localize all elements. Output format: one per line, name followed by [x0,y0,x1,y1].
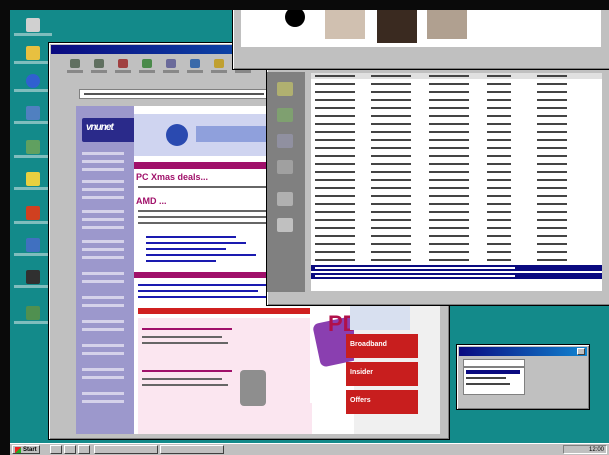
home-button[interactable] [161,56,181,78]
promo-panel [138,318,312,434]
drive-icon[interactable] [277,108,293,122]
recycle-bin-icon[interactable] [14,138,52,166]
site-navigation: vnunet [76,106,136,434]
back-button[interactable] [65,56,85,78]
section-header-bar [134,162,274,169]
network-icon[interactable] [14,104,52,132]
disk-icon[interactable] [277,218,293,232]
promo-header-bar [138,308,312,314]
document-icon[interactable] [277,192,293,206]
taskbar-browser-button[interactable] [94,445,158,454]
system-tray: 12:00 [563,445,607,454]
small-dialog[interactable] [456,344,590,410]
taskbar-filemanager-button[interactable] [160,445,224,454]
dialog-list[interactable] [463,367,525,395]
thumbnail-1[interactable] [285,10,305,27]
quicklaunch-email-button[interactable] [78,445,90,454]
thumbnail-3[interactable] [377,10,417,43]
refresh-button[interactable] [137,56,157,78]
dialog-close-button[interactable] [577,348,585,355]
subsection-bar [134,272,278,278]
network-icon[interactable] [277,134,293,148]
folder-icon[interactable] [277,82,293,96]
dialog-titlebar[interactable] [459,347,587,356]
desktop: vnunet PC Xmas deals... AMD ... Broadban… [10,10,609,455]
file-manager-window[interactable] [266,58,609,306]
my-computer-icon[interactable] [14,16,52,44]
ad-image [350,306,410,330]
headline-1[interactable]: PC Xmas deals... [136,172,208,182]
taskbar: Start 12:00 [10,443,609,455]
start-button[interactable]: Start [12,445,40,454]
folder-icon[interactable] [14,170,52,198]
forward-button[interactable] [89,56,109,78]
program-icon[interactable] [14,268,52,296]
thumbnail-2[interactable] [325,10,365,39]
internet-explorer-icon[interactable] [14,72,52,100]
image-viewer-window[interactable] [232,10,609,70]
thumbnail-4[interactable] [427,10,467,39]
quicklaunch-desktop-button[interactable] [64,445,76,454]
headline-2[interactable]: AMD ... [136,196,167,206]
favorites-button[interactable] [209,56,229,78]
shortcut-icon[interactable] [14,304,52,332]
ad-column: Broadband Insider Offers [346,306,426,434]
clock: 12:00 [588,447,604,453]
setup-icon[interactable] [14,236,52,264]
my-documents-icon[interactable] [14,44,52,72]
quicklaunch-ie-button[interactable] [50,445,62,454]
viewer-status-bar [241,53,601,63]
file-manager-sidebar [267,72,305,292]
handheld-image [240,370,266,406]
stop-button[interactable] [113,56,133,78]
search-button[interactable] [185,56,205,78]
ad-tile-1[interactable]: Broadband [346,334,418,358]
ad-tile-3[interactable]: Offers [346,390,418,414]
ad-tile-2[interactable]: Insider [346,362,418,386]
image-viewer-content [241,10,601,47]
settings-icon[interactable] [277,160,293,174]
windows-logo-icon [15,447,21,453]
dialog-combo[interactable] [463,359,525,367]
file-list[interactable] [311,73,602,291]
site-logo[interactable]: vnunet [82,118,136,142]
outlook-icon[interactable] [14,204,52,232]
